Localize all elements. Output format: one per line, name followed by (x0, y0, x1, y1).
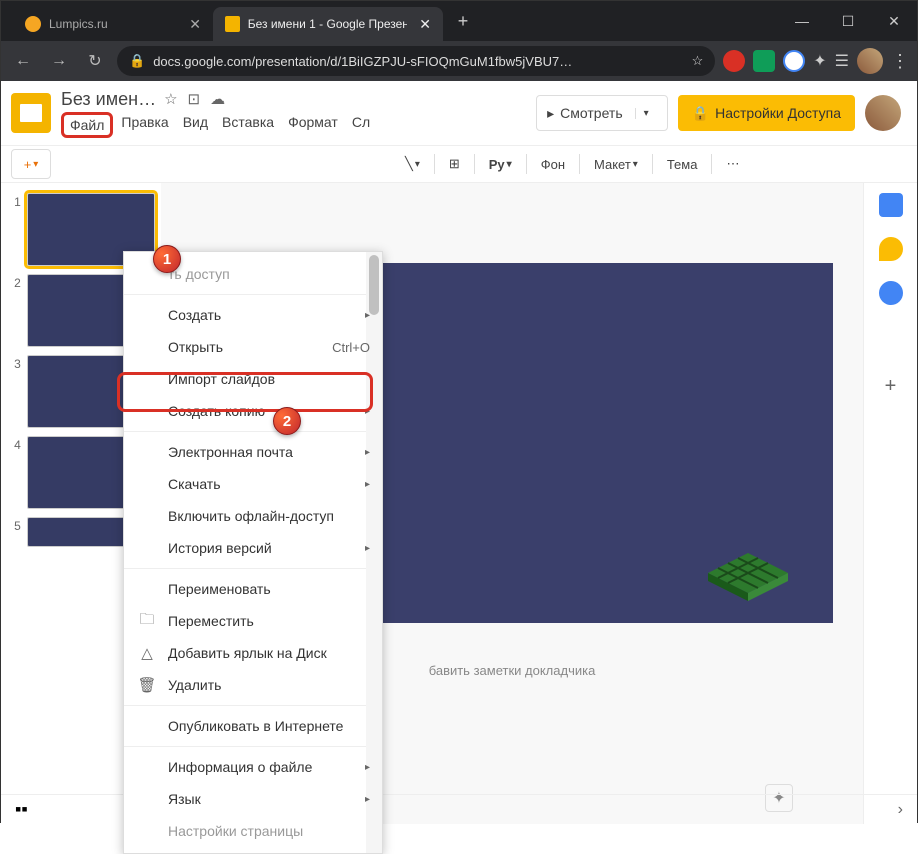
reload-button[interactable]: ↻ (81, 47, 109, 75)
file-menu-dropdown: ть доступ Создать▸ ОткрытьCtrl+O Импорт … (123, 251, 383, 854)
add-button[interactable]: + (885, 375, 897, 398)
menu-page-setup[interactable]: Настройки страницы (124, 815, 382, 847)
menu-delete[interactable]: 🗑Удалить (124, 669, 382, 701)
tab-title: Lumpics.ru (49, 17, 108, 31)
bottom-arrow[interactable]: › (898, 801, 903, 819)
maze-graphic (693, 543, 803, 603)
layout-button[interactable]: Макет ▾ (588, 153, 644, 176)
menu-offline[interactable]: Включить офлайн-доступ (124, 500, 382, 532)
annotation-marker-2: 2 (273, 407, 301, 435)
browser-tab-1[interactable]: Lumpics.ru ✕ (13, 7, 213, 41)
present-label: Смотреть (560, 105, 622, 121)
drive-icon: △ (138, 644, 156, 662)
menu-open[interactable]: ОткрытьCtrl+O (124, 331, 382, 363)
filmstrip-icon[interactable]: ▪▪ (15, 799, 28, 820)
present-button[interactable]: ▸ Смотреть ▾ (536, 95, 668, 131)
doc-title[interactable]: Без имен… (61, 89, 156, 110)
menu-shortcut[interactable]: △Добавить ярлык на Диск (124, 637, 382, 669)
menu-view[interactable]: Вид (177, 112, 214, 138)
keep-icon[interactable] (879, 237, 903, 261)
new-tab-button[interactable]: + (449, 7, 477, 35)
cloud-icon[interactable]: ☁ (210, 90, 225, 108)
annotation-marker-1: 1 (153, 245, 181, 273)
line-tool[interactable]: ╲ ▾ (399, 152, 426, 176)
tasks-icon[interactable] (879, 281, 903, 305)
calendar-icon[interactable] (879, 193, 903, 217)
user-avatar[interactable] (865, 95, 901, 131)
app-header: Без имен… ☆ ⊡ ☁ Файл Правка Вид Вставка … (1, 81, 917, 145)
menu-edit[interactable]: Правка (115, 112, 174, 138)
toolbar: +▾ ╲ ▾ ⊞ Py ▾ Фон Макет ▾ Тема ⋯ ᐱ (1, 145, 917, 183)
share-button[interactable]: 🔒 Настройки Доступа (678, 95, 855, 131)
menu-move[interactable]: 🗀Переместить (124, 605, 382, 637)
chevron-down-icon[interactable]: ▾ (635, 108, 657, 119)
extension-icon[interactable] (723, 50, 745, 72)
trash-icon: 🗑 (138, 676, 156, 694)
menu-file[interactable]: Файл (61, 112, 113, 138)
star-icon[interactable]: ☆ (692, 53, 704, 69)
menu-versions[interactable]: История версий▸ (124, 532, 382, 564)
background-button[interactable]: Фон (535, 153, 571, 176)
menu-format[interactable]: Формат (282, 112, 344, 138)
new-slide-button[interactable]: +▾ (11, 149, 51, 179)
favicon-lumpics (25, 16, 41, 32)
extension-icon[interactable] (753, 50, 775, 72)
menu-info[interactable]: Информация о файле▸ (124, 751, 382, 783)
star-icon[interactable]: ☆ (164, 90, 177, 108)
favicon-slides (225, 16, 240, 32)
menu-rename[interactable]: Переименовать (124, 573, 382, 605)
menubar: Файл Правка Вид Вставка Формат Сл (61, 112, 536, 138)
textbox-tool[interactable]: ⊞ (443, 152, 466, 176)
menu-import-slides[interactable]: Импорт слайдов (124, 363, 382, 395)
browser-addressbar: ← → ↻ 🔒 docs.google.com/presentation/d/1… (1, 41, 917, 81)
folder-icon: 🗀 (138, 612, 156, 630)
extension-icon[interactable] (783, 50, 805, 72)
menu-email[interactable]: Электронная почта▸ (124, 436, 382, 468)
theme-button[interactable]: Тема (661, 153, 704, 176)
close-icon[interactable]: ✕ (419, 16, 431, 33)
url-field[interactable]: 🔒 docs.google.com/presentation/d/1BiIGZP… (117, 46, 715, 76)
browser-tab-2[interactable]: Без имени 1 - Google Презента ✕ (213, 7, 443, 41)
url-text: docs.google.com/presentation/d/1BiIGZPJU… (153, 54, 572, 69)
share-label: Настройки Доступа (715, 105, 841, 121)
minimize-button[interactable]: — (779, 1, 825, 41)
lock-icon: 🔒 (129, 53, 145, 69)
menu-download[interactable]: Скачать▸ (124, 468, 382, 500)
font-family[interactable]: Py ▾ (483, 153, 518, 176)
slides-logo[interactable] (11, 93, 51, 133)
more-tools[interactable]: ⋯ (720, 152, 745, 176)
close-button[interactable]: ✕ (871, 1, 917, 41)
forward-button[interactable]: → (45, 47, 73, 75)
browser-titlebar: Lumpics.ru ✕ Без имени 1 - Google Презен… (1, 1, 917, 41)
back-button[interactable]: ← (9, 47, 37, 75)
profile-avatar[interactable] (857, 48, 883, 74)
play-icon: ▸ (547, 105, 554, 122)
tab-title: Без имени 1 - Google Презента (248, 17, 408, 31)
menu-icon[interactable]: ⋮ (891, 51, 909, 72)
close-icon[interactable]: ✕ (189, 16, 201, 33)
menu-new[interactable]: Создать▸ (124, 299, 382, 331)
lock-icon: 🔒 (692, 105, 709, 122)
move-icon[interactable]: ⊡ (188, 90, 201, 108)
reading-list-icon[interactable]: ☰ (835, 51, 849, 71)
menu-insert[interactable]: Вставка (216, 112, 280, 138)
menu-publish[interactable]: Опубликовать в Интернете (124, 710, 382, 742)
menu-make-copy[interactable]: Создать копию▸ (124, 395, 382, 427)
extensions-icon[interactable]: ✦ (813, 51, 826, 71)
menu-language[interactable]: Язык▸ (124, 783, 382, 815)
maximize-button[interactable]: ☐ (825, 1, 871, 41)
side-panel: + (863, 183, 917, 824)
menu-more[interactable]: Сл (346, 112, 376, 138)
